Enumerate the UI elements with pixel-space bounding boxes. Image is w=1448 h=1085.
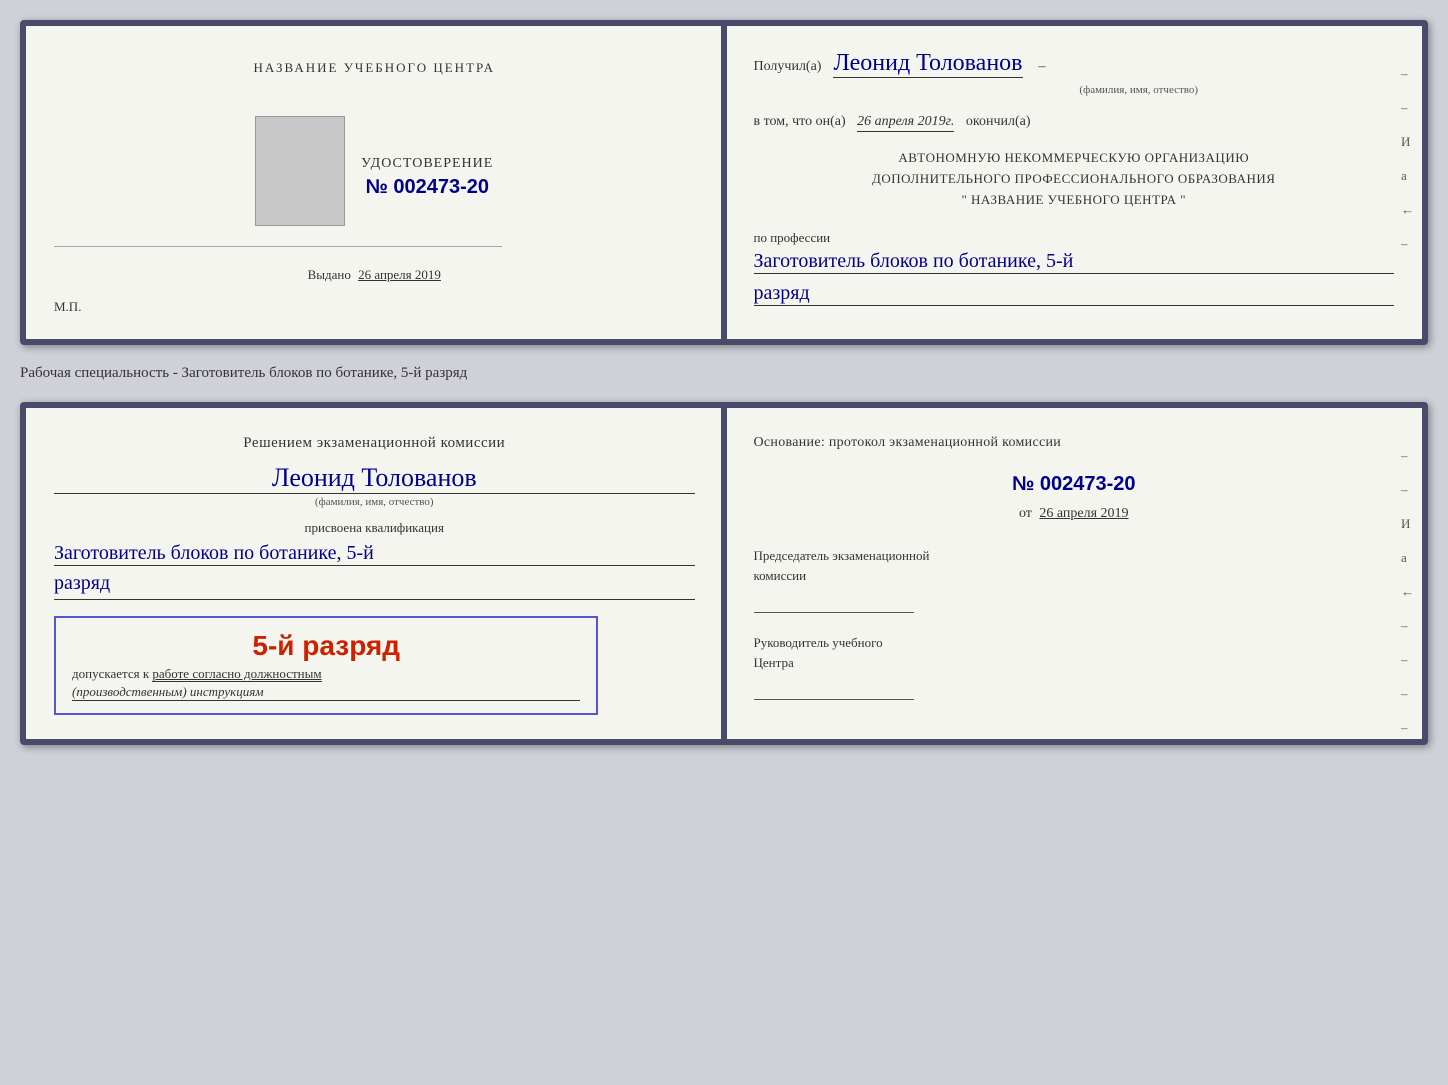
issued-label: Выдано (308, 267, 351, 282)
middle-label: Рабочая специальность - Заготовитель бло… (20, 361, 1428, 386)
date-suffix: окончил(а) (966, 114, 1031, 129)
date-prefix: в том, что он(а) (754, 114, 846, 129)
bottom-right-side-marks: – – И а ← – – – – (1401, 448, 1414, 736)
profession-value-top: Заготовитель блоков по ботанике, 5-й (754, 250, 1395, 274)
director-signature-line (754, 676, 914, 700)
chairman-block: Председатель экзаменационной комиссии (754, 546, 1395, 613)
recipient-prefix: Получил(а) (754, 59, 822, 74)
rank-large: разряд (54, 572, 695, 600)
bottom-doc-left: Решением экзаменационной комиссии Леонид… (26, 408, 726, 739)
chairman-label-line1: Председатель экзаменационной (754, 546, 1395, 566)
protocol-number: № 002473-20 (754, 473, 1395, 496)
right-side-marks: – – И а ← – (1401, 66, 1414, 252)
stamp-allowed-italic: (производственным) инструкциям (72, 684, 580, 701)
org-block: АВТОНОМНУЮ НЕКОММЕРЧЕСКУЮ ОРГАНИЗАЦИЮ ДО… (754, 148, 1395, 210)
protocol-date-prefix: от (1019, 506, 1032, 521)
chairman-signature-line (754, 589, 914, 613)
cert-number-value: 002473-20 (393, 176, 489, 198)
org-line3: " НАЗВАНИЕ УЧЕБНОГО ЦЕНТРА " (754, 190, 1395, 211)
photo-area (255, 116, 345, 226)
director-label: Руководитель учебного Центра (754, 633, 1395, 672)
commission-heading: Решением экзаменационной комиссии (54, 432, 695, 455)
date-line: в том, что он(а) 26 апреля 2019г. окончи… (754, 114, 1395, 130)
org-line1: АВТОНОМНУЮ НЕКОММЕРЧЕСКУЮ ОРГАНИЗАЦИЮ (754, 148, 1395, 169)
issued-line: Выдано 26 апреля 2019 (308, 267, 441, 283)
rank-value-top: разряд (754, 282, 1395, 306)
basis-heading: Основание: протокол экзаменационной коми… (754, 432, 1395, 453)
stamp-allowed-prefix: допускается к (72, 666, 149, 681)
stamp-allowed: допускается к работе согласно должностны… (72, 666, 580, 682)
chairman-label-line2: комиссии (754, 566, 1395, 586)
certificate-number: № 002473-20 (361, 176, 493, 199)
certificate-section: УДОСТОВЕРЕНИЕ № 002473-20 (361, 156, 493, 199)
stamp-allowed-text: работе согласно должностным (152, 666, 321, 682)
stamp-box: 5-й разряд допускается к работе согласно… (54, 616, 598, 715)
page-wrapper: НАЗВАНИЕ УЧЕБНОГО ЦЕНТРА УДОСТОВЕРЕНИЕ №… (20, 20, 1428, 745)
chairman-label: Председатель экзаменационной комиссии (754, 546, 1395, 585)
stamp-rank: 5-й разряд (72, 630, 580, 662)
top-doc-left: НАЗВАНИЕ УЧЕБНОГО ЦЕНТРА УДОСТОВЕРЕНИЕ №… (26, 26, 726, 339)
cert-number-prefix: № (365, 176, 387, 198)
qualification-assigned: присвоена квалификация (54, 520, 695, 536)
training-center-label: НАЗВАНИЕ УЧЕБНОГО ЦЕНТРА (254, 60, 495, 76)
org-line2: ДОПОЛНИТЕЛЬНОГО ПРОФЕССИОНАЛЬНОГО ОБРАЗО… (754, 169, 1395, 190)
profession-large: Заготовитель блоков по ботанике, 5-й (54, 542, 695, 566)
director-label-line1: Руководитель учебного (754, 633, 1395, 653)
dash-separator: – (1039, 59, 1046, 74)
protocol-number-prefix: № (1012, 473, 1034, 495)
mp-label: М.П. (54, 299, 81, 315)
director-label-line2: Центра (754, 653, 1395, 673)
director-block: Руководитель учебного Центра (754, 633, 1395, 700)
protocol-date-value: 26 апреля 2019 (1039, 506, 1128, 521)
protocol-number-value: 002473-20 (1040, 473, 1136, 495)
bottom-document: Решением экзаменационной комиссии Леонид… (20, 402, 1428, 745)
top-document: НАЗВАНИЕ УЧЕБНОГО ЦЕНТРА УДОСТОВЕРЕНИЕ №… (20, 20, 1428, 345)
certificate-title: УДОСТОВЕРЕНИЕ (361, 156, 493, 172)
profession-label-top: по профессии (754, 230, 1395, 246)
protocol-date: от 26 апреля 2019 (754, 506, 1395, 522)
issued-date: 26 апреля 2019 (358, 267, 441, 282)
date-value: 26 апреля 2019г. (857, 114, 954, 132)
recipient-name: Леонид Толованов (833, 50, 1022, 78)
fio-label-top: (фамилия, имя, отчество) (884, 84, 1395, 96)
bottom-doc-right: Основание: протокол экзаменационной коми… (726, 408, 1423, 739)
person-name-large: Леонид Толованов (54, 463, 695, 494)
fio-label-bottom: (фамилия, имя, отчество) (54, 496, 695, 508)
top-doc-right: Получил(а) Леонид Толованов – (фамилия, … (726, 26, 1423, 339)
